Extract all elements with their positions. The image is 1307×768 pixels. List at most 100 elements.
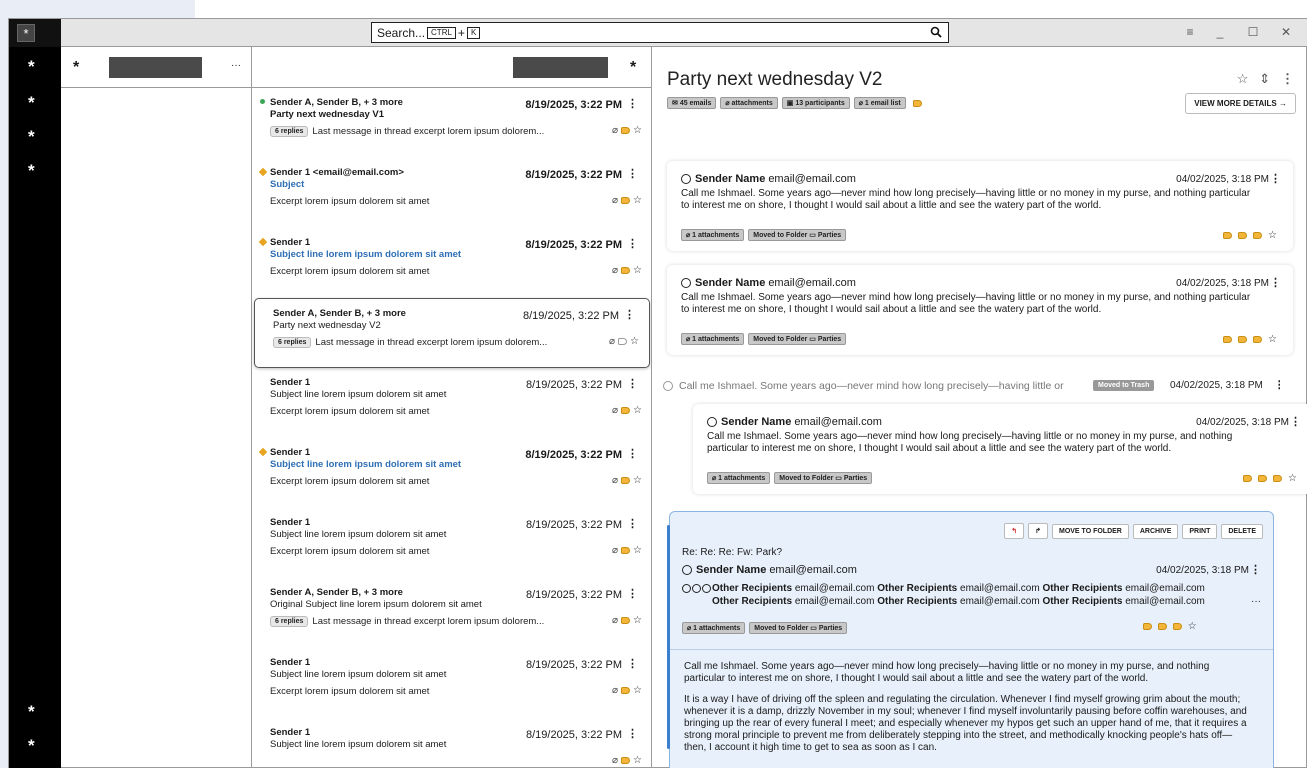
minimize-icon[interactable]: _ <box>1210 25 1230 39</box>
tag-icon[interactable] <box>1158 622 1167 630</box>
star-icon[interactable]: ☆ <box>633 125 642 136</box>
star-icon[interactable]: ☆ <box>633 405 642 416</box>
star-icon[interactable]: ☆ <box>633 615 642 626</box>
email-card[interactable]: Sender Name email@email.com 04/02/2025, 3… <box>693 404 1307 494</box>
tag-icon[interactable] <box>621 686 631 694</box>
tag-icon[interactable] <box>621 616 631 624</box>
attachments-chip[interactable]: ⌀ 1 attachments <box>681 229 745 241</box>
tag-icon[interactable] <box>621 196 631 204</box>
list-filter-selector[interactable] <box>513 57 608 78</box>
rail-item-asterisk-icon[interactable]: * <box>28 162 35 179</box>
tag-icon[interactable] <box>1223 231 1233 239</box>
kebab-menu-icon[interactable]: ⋮ <box>624 308 635 321</box>
rail-item-asterisk-icon[interactable]: * <box>28 128 35 145</box>
email-card[interactable]: Sender Name email@email.com 04/02/2025, 3… <box>667 265 1293 355</box>
list-item[interactable]: Sender A, Sender B, + 3 more Party next … <box>254 298 650 368</box>
star-icon[interactable]: ☆ <box>1268 334 1277 345</box>
kebab-menu-icon[interactable]: ⋮ <box>1290 415 1301 428</box>
attachments-chip[interactable]: ⌀ attachments <box>720 97 778 109</box>
tag-icon[interactable] <box>1238 335 1248 343</box>
star-icon[interactable]: ☆ <box>630 336 639 347</box>
tag-icon[interactable] <box>1238 231 1248 239</box>
tag-icon[interactable] <box>1223 335 1233 343</box>
tag-icon[interactable] <box>621 756 631 764</box>
forward-icon[interactable]: ↱ <box>1028 523 1048 539</box>
delete-button[interactable]: DELETE <box>1221 524 1263 539</box>
list-item[interactable]: Sender 1 Subject line lorem ipsum dolore… <box>252 718 651 768</box>
kebab-menu-icon[interactable]: ⋮ <box>1270 172 1281 185</box>
participants-chip[interactable]: ▣ 13 participants <box>781 97 850 109</box>
collapsed-email[interactable]: Call me Ishmael. Some years ago—never mi… <box>661 375 1301 397</box>
email-list-chip[interactable]: ⌀ 1 email list <box>853 97 906 109</box>
more-recipients-icon[interactable]: ··· <box>1251 596 1261 607</box>
tag-icon[interactable] <box>1243 474 1253 482</box>
star-icon[interactable]: ☆ <box>633 265 642 276</box>
tag-icon[interactable] <box>1258 474 1268 482</box>
archive-button[interactable]: ARCHIVE <box>1132 524 1179 539</box>
tag-icon[interactable] <box>618 337 628 345</box>
print-button[interactable]: PRINT <box>1182 524 1218 539</box>
rail-item-asterisk-icon[interactable]: * <box>28 58 35 75</box>
view-more-details-button[interactable]: VIEW MORE DETAILS → <box>1185 93 1296 114</box>
close-icon[interactable]: ✕ <box>1276 25 1296 39</box>
kebab-menu-icon[interactable]: ⋮ <box>1281 71 1294 86</box>
list-item[interactable]: Sender 1 Subject line lorem ipsum dolore… <box>252 438 651 508</box>
menu-icon[interactable]: ≡ <box>1180 25 1200 39</box>
list-item[interactable]: Sender A, Sender B, + 3 more Party next … <box>252 88 651 158</box>
attachments-chip[interactable]: ⌀ 1 attachments <box>681 333 745 345</box>
tag-icon[interactable] <box>1273 474 1283 482</box>
list-item[interactable]: Sender 1 Subject line lorem ipsum dolore… <box>252 228 651 298</box>
list-item[interactable]: Sender 1 Subject line lorem ipsum dolore… <box>252 508 651 578</box>
kebab-menu-icon[interactable]: ⋮ <box>1274 379 1285 391</box>
asterisk-icon[interactable]: * <box>630 59 636 77</box>
tag-icon[interactable] <box>621 546 631 554</box>
tag-icon[interactable] <box>1143 622 1152 630</box>
asterisk-icon[interactable]: * <box>73 59 79 77</box>
kebab-menu-icon[interactable]: ⋮ <box>627 727 638 740</box>
star-icon[interactable]: ☆ <box>1237 71 1249 86</box>
tag-icon[interactable] <box>1173 622 1182 630</box>
kebab-menu-icon[interactable]: ⋮ <box>627 517 638 530</box>
rail-item-asterisk-icon[interactable]: * <box>28 94 35 111</box>
tag-icon[interactable] <box>1253 335 1263 343</box>
maximize-icon[interactable]: ☐ <box>1243 25 1263 39</box>
list-item[interactable]: Sender 1 Subject line lorem ipsum dolore… <box>252 368 651 438</box>
tag-icon[interactable] <box>912 99 922 107</box>
kebab-menu-icon[interactable]: ⋮ <box>1250 563 1261 576</box>
email-card[interactable]: Sender Name email@email.com 04/02/2025, 3… <box>667 161 1293 251</box>
star-icon[interactable]: ☆ <box>633 755 642 766</box>
move-to-folder-button[interactable]: MOVE TO FOLDER <box>1051 524 1129 539</box>
kebab-menu-icon[interactable]: ⋮ <box>1270 276 1281 289</box>
list-item[interactable]: Sender 1 Subject line lorem ipsum dolore… <box>252 648 651 718</box>
star-icon[interactable]: ☆ <box>1188 621 1197 632</box>
kebab-menu-icon[interactable]: ⋮ <box>627 237 638 250</box>
attachments-chip[interactable]: ⌀ 1 attachments <box>707 472 771 484</box>
rail-item-asterisk-icon[interactable]: * <box>28 737 35 754</box>
rail-item-asterisk-icon[interactable]: * <box>28 703 35 720</box>
search-input[interactable]: Search... CTRL + K <box>371 22 949 43</box>
kebab-menu-icon[interactable]: ⋮ <box>627 167 638 180</box>
moved-to-folder-chip[interactable]: Moved to Folder ▭ Parties <box>774 472 873 484</box>
tag-icon[interactable] <box>621 266 631 274</box>
kebab-menu-icon[interactable]: ⋮ <box>627 447 638 460</box>
star-icon[interactable]: ☆ <box>633 545 642 556</box>
tag-icon[interactable] <box>1253 231 1263 239</box>
moved-to-trash-chip[interactable]: Moved to Trash <box>1093 380 1155 391</box>
tag-icon[interactable] <box>621 126 631 134</box>
kebab-menu-icon[interactable]: ⋮ <box>627 377 638 390</box>
moved-to-folder-chip[interactable]: Moved to Folder ▭ Parties <box>748 229 847 241</box>
moved-to-folder-chip[interactable]: Moved to Folder ▭ Parties <box>749 622 848 634</box>
star-icon[interactable]: ☆ <box>633 475 642 486</box>
moved-to-folder-chip[interactable]: Moved to Folder ▭ Parties <box>748 333 847 345</box>
kebab-menu-icon[interactable]: ⋮ <box>627 657 638 670</box>
kebab-menu-icon[interactable]: ⋮ <box>627 97 638 110</box>
attachments-chip[interactable]: ⌀ 1 attachments <box>682 622 746 634</box>
account-selector[interactable] <box>109 57 202 78</box>
star-icon[interactable]: ☆ <box>1288 473 1297 484</box>
list-item[interactable]: Sender 1 <email@email.com> Subject 8/19/… <box>252 158 651 228</box>
star-icon[interactable]: ☆ <box>1268 230 1277 241</box>
kebab-menu-icon[interactable]: ⋮ <box>627 587 638 600</box>
list-item[interactable]: Sender A, Sender B, + 3 more Original Su… <box>252 578 651 648</box>
star-icon[interactable]: ☆ <box>633 195 642 206</box>
expand-collapse-icon[interactable]: ⇕ <box>1259 71 1270 86</box>
